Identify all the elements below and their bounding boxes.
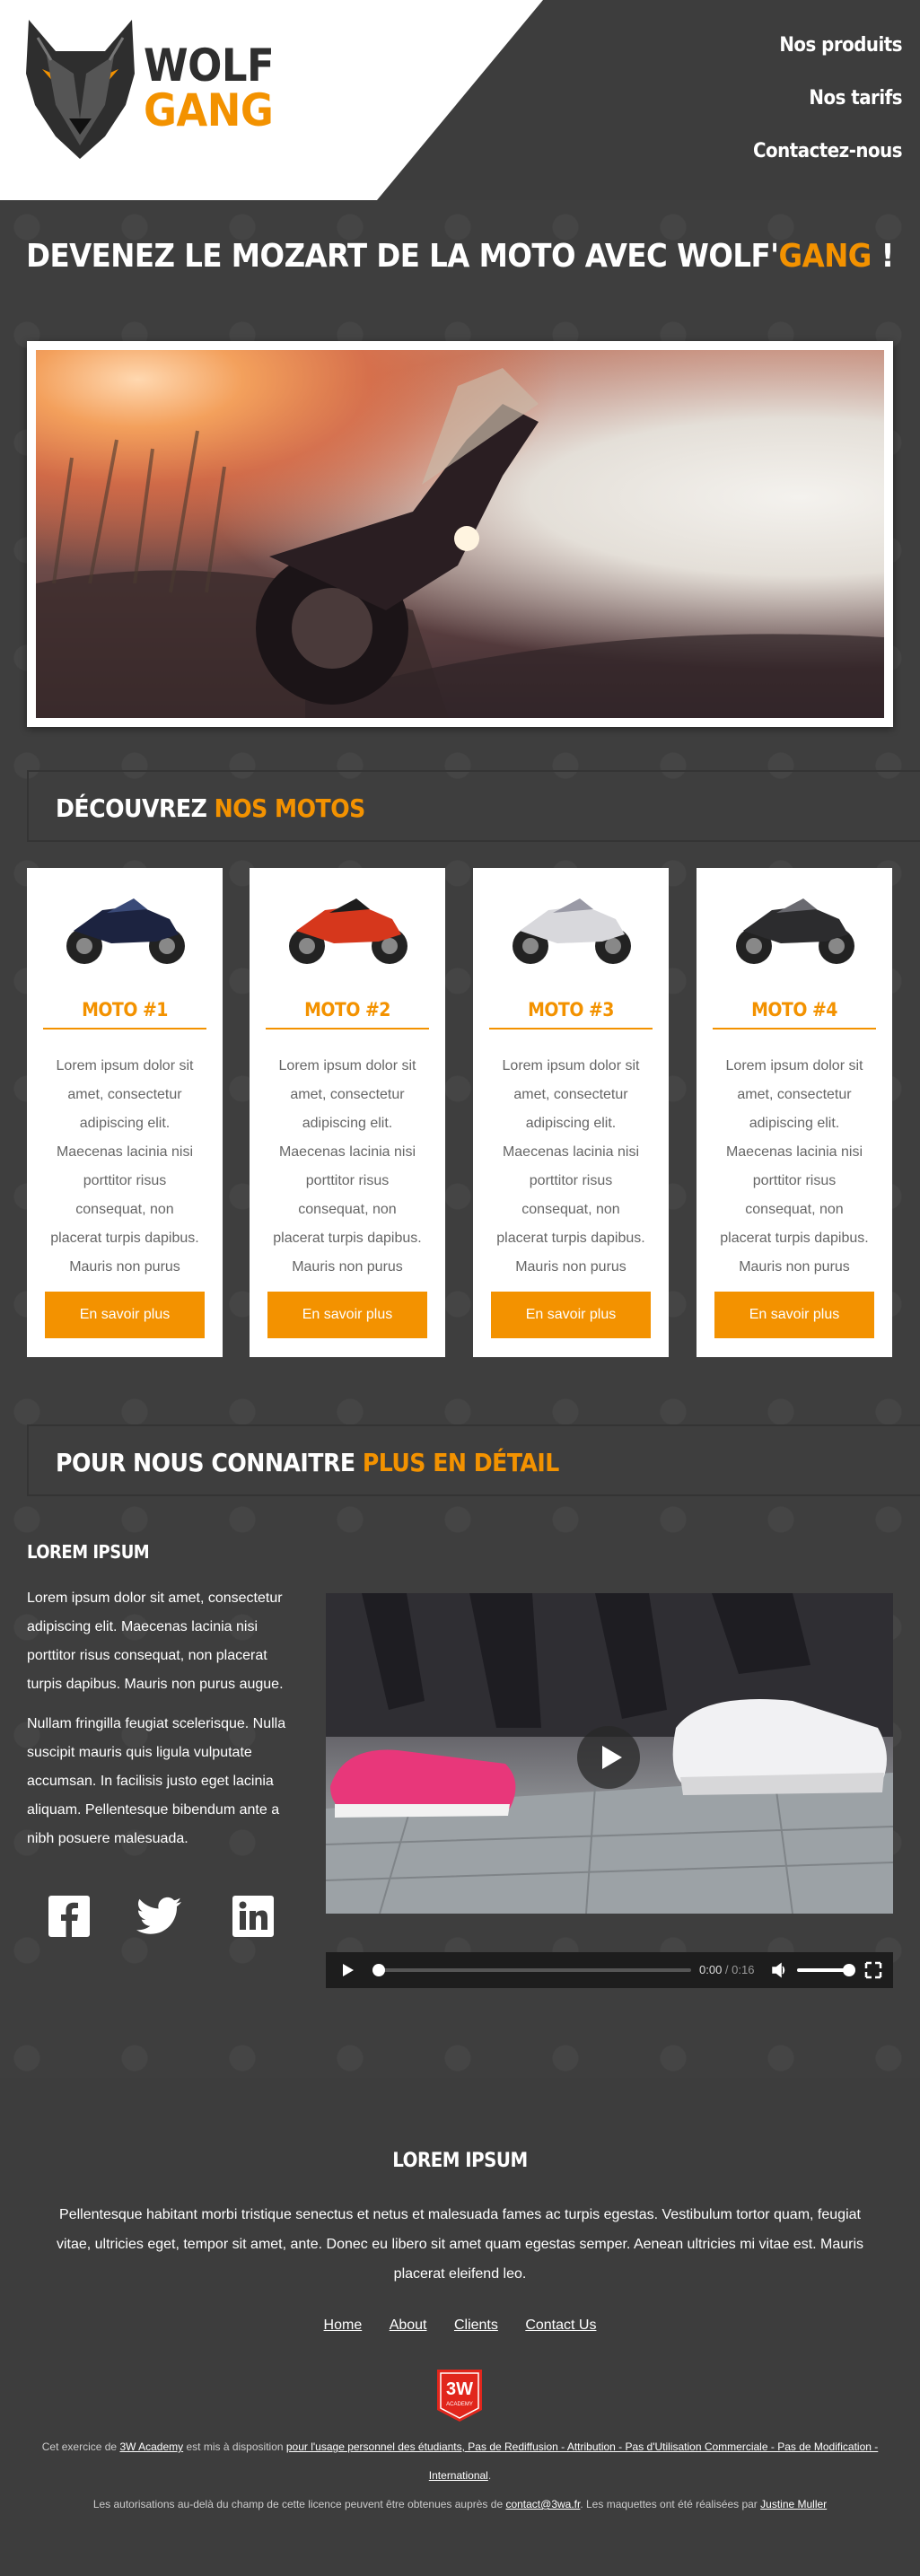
time-duration: 0:16	[732, 1963, 755, 1976]
legal-notice: Cet exercice de 3W Academy est mis à dis…	[36, 2432, 884, 2519]
hero-title-accent: GANG	[778, 238, 872, 275]
footer-link-clients[interactable]: Clients	[454, 2318, 498, 2333]
footer-link-about[interactable]: About	[390, 2318, 427, 2333]
moto-card-title: MOTO #3	[489, 999, 653, 1030]
motorcycle-icon	[736, 898, 854, 964]
about-title-accent: PLUS EN DÉTAIL	[362, 1448, 559, 1477]
brand-line1: WOLF	[144, 39, 275, 92]
footer-text: Pellentesque habitant morbi tristique se…	[56, 2207, 864, 2282]
volume-handle[interactable]	[843, 1964, 855, 1976]
moto-card-1: MOTO #1 Lorem ipsum dolor sit amet, cons…	[27, 868, 223, 1357]
legal2-text-a: Les autorisations au-delà du champ de ce…	[92, 2498, 506, 2510]
moto-card-text: Lorem ipsum dolor sit amet, consectetur …	[273, 1058, 422, 1303]
twitter-icon[interactable]	[136, 1894, 181, 1939]
volume-slider[interactable]	[797, 1964, 855, 1976]
about-text: Lorem ipsum dolor sit amet, consectetur …	[27, 1584, 296, 1864]
footer-link-home[interactable]: Home	[324, 2318, 363, 2333]
video-controls: 0:00 / 0:16	[326, 1952, 893, 1988]
footer-links: Home About Clients Contact Us	[0, 2318, 920, 2334]
play-overlay-button[interactable]	[577, 1726, 640, 1789]
nav-contact[interactable]: Contactez-nous	[753, 140, 902, 162]
main-nav: Nos produits Nos tarifs Contactez-nous	[753, 34, 902, 193]
moto-card-3: MOTO #3 Lorem ipsum dolor sit amet, cons…	[473, 868, 669, 1357]
time-display: 0:00 / 0:16	[699, 1963, 754, 1976]
hero-image-frame	[27, 341, 893, 727]
legal1-text-a: Cet exercice de	[41, 2440, 120, 2453]
about-paragraph-1: Lorem ipsum dolor sit amet, consectetur …	[27, 1590, 284, 1692]
video-frame[interactable]	[326, 1593, 893, 1914]
hero-motorcycle-image	[36, 350, 884, 718]
motorcycle-icon	[66, 898, 185, 964]
facebook-icon[interactable]	[47, 1894, 92, 1939]
legal2-text-b: . Les maquettes ont été réalisées par	[580, 2498, 761, 2510]
3w-academy-badge-icon[interactable]: 3W ACADEMY	[437, 2370, 482, 2422]
play-icon[interactable]	[338, 1961, 356, 1979]
moto-card-text: Lorem ipsum dolor sit amet, consectetur …	[720, 1058, 869, 1303]
motos-section-header: DÉCOUVREZ NOS MOTOS	[27, 770, 920, 842]
author-link[interactable]: Justine Muller	[760, 2498, 827, 2510]
motorcycle-icon	[289, 898, 407, 964]
time-separator: /	[722, 1963, 732, 1976]
footer-link-contact[interactable]: Contact Us	[525, 2318, 596, 2333]
hero-title-end: !	[871, 238, 895, 275]
moto-card-title: MOTO #4	[713, 999, 876, 1030]
about-heading: LOREM IPSUM	[27, 1541, 150, 1563]
en-savoir-plus-button[interactable]: En savoir plus	[267, 1292, 427, 1338]
footer-heading: LOREM IPSUM	[392, 2150, 528, 2172]
en-savoir-plus-button[interactable]: En savoir plus	[491, 1292, 651, 1338]
social-links	[47, 1894, 280, 1939]
volume-icon[interactable]	[771, 1961, 789, 1979]
legal1-text-c: .	[487, 2469, 492, 2482]
time-current: 0:00	[699, 1963, 723, 1976]
motos-title-accent: NOS MOTOS	[214, 793, 366, 823]
moto-card-title: MOTO #1	[43, 999, 206, 1030]
about-section-header: POUR NOUS CONNAITRE PLUS EN DÉTAIL	[27, 1424, 920, 1496]
badge-subtext: ACADEMY	[446, 2402, 473, 2407]
brand-wordmark[interactable]: WOLF GANG	[144, 39, 275, 136]
linkedin-icon[interactable]	[231, 1894, 276, 1939]
moto-card-2: MOTO #2 Lorem ipsum dolor sit amet, cons…	[250, 868, 445, 1357]
hero-title: DEVENEZ LE MOZART DE LA MOTO AVEC WOLF'G…	[0, 238, 920, 275]
progress-bar[interactable]	[372, 1964, 691, 1976]
moto-card-title: MOTO #2	[266, 999, 429, 1030]
legal1-text-b: est mis à disposition	[183, 2440, 286, 2453]
license-link[interactable]: pour l'usage personnel des étudiants, Pa…	[286, 2440, 878, 2482]
moto-card-text: Lorem ipsum dolor sit amet, consectetur …	[50, 1058, 199, 1303]
hero-title-part1: DEVENEZ LE MOZART DE LA MOTO AVEC WOLF'	[26, 238, 779, 275]
fullscreen-icon[interactable]	[864, 1961, 882, 1979]
progress-handle[interactable]	[372, 1964, 385, 1976]
brand-line2: GANG	[144, 84, 274, 136]
nav-produits[interactable]: Nos produits	[753, 34, 902, 57]
en-savoir-plus-button[interactable]: En savoir plus	[45, 1292, 205, 1338]
about-paragraph-2: Nullam fringilla feugiat scelerisque. Nu…	[27, 1716, 286, 1846]
3w-academy-link[interactable]: 3W Academy	[119, 2440, 183, 2453]
legal-line-1: Cet exercice de 3W Academy est mis à dis…	[36, 2432, 884, 2490]
badge-text: 3W	[446, 2379, 473, 2399]
contact-email-link[interactable]: contact@3wa.fr	[505, 2498, 580, 2510]
moto-card-text: Lorem ipsum dolor sit amet, consectetur …	[496, 1058, 645, 1303]
site-header: WOLF GANG Nos produits Nos tarifs Contac…	[0, 0, 920, 200]
about-section-title: POUR NOUS CONNAITRE PLUS EN DÉTAIL	[56, 1448, 559, 1477]
about-title-part1: POUR NOUS CONNAITRE	[56, 1448, 363, 1477]
legal-line-2: Les autorisations au-delà du champ de ce…	[36, 2490, 884, 2519]
nav-tarifs[interactable]: Nos tarifs	[753, 87, 902, 110]
en-savoir-plus-button[interactable]: En savoir plus	[714, 1292, 874, 1338]
motos-section-title: DÉCOUVREZ NOS MOTOS	[56, 793, 365, 823]
motorcycle-rider-illustration	[36, 368, 884, 718]
motos-title-part1: DÉCOUVREZ	[56, 793, 215, 823]
wolf-logo-icon[interactable]	[20, 20, 141, 159]
motorcycle-icon	[513, 898, 631, 964]
moto-card-4: MOTO #4 Lorem ipsum dolor sit amet, cons…	[697, 868, 892, 1357]
site-footer: LOREM IPSUM Pellentesque habitant morbi …	[0, 2078, 920, 2576]
